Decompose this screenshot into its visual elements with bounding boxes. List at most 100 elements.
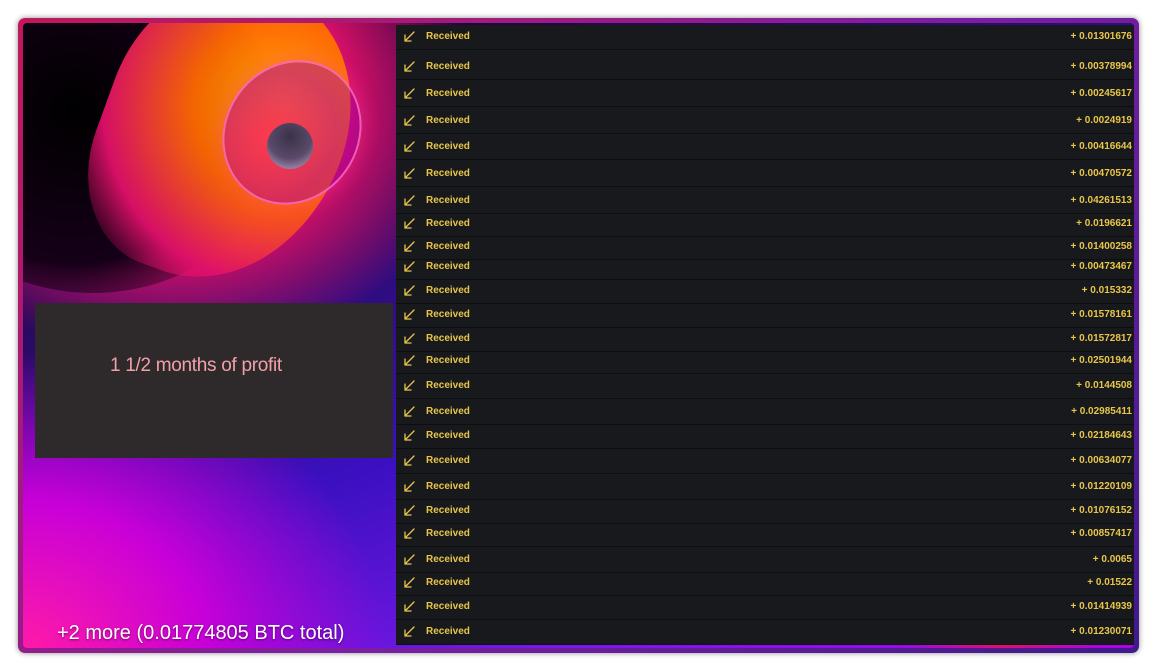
transaction-amount: + 0.01220109 bbox=[1070, 481, 1132, 492]
transaction-amount: + 0.0144508 bbox=[1076, 380, 1132, 391]
transaction-label: Received bbox=[426, 31, 470, 42]
arrow-down-left-icon bbox=[402, 527, 416, 541]
transaction-amount: + 0.01301676 bbox=[1070, 31, 1132, 42]
caption-box: 1 1/2 months of profit bbox=[35, 303, 393, 458]
transaction-label: Received bbox=[426, 481, 470, 492]
transaction-amount: + 0.01414939 bbox=[1070, 601, 1132, 612]
arrow-down-left-icon bbox=[402, 194, 416, 208]
arrow-down-left-icon bbox=[402, 87, 416, 101]
transaction-row[interactable]: Received + 0.02501944 bbox=[396, 351, 1134, 374]
transaction-amount: + 0.01522 bbox=[1087, 577, 1132, 588]
transaction-label: Received bbox=[426, 168, 470, 179]
transaction-amount: + 0.00857417 bbox=[1070, 528, 1132, 539]
arrow-down-left-icon bbox=[402, 504, 416, 518]
screenshot-frame: 1 1/2 months of profit +2 more (0.017748… bbox=[18, 18, 1139, 653]
arrow-down-left-icon bbox=[402, 480, 416, 494]
transaction-amount: + 0.04261513 bbox=[1070, 195, 1132, 206]
transaction-amount: + 0.015332 bbox=[1081, 285, 1132, 296]
transaction-amount: + 0.01400258 bbox=[1070, 241, 1132, 252]
transaction-label: Received bbox=[426, 355, 470, 366]
transaction-row[interactable]: Received + 0.0144508 bbox=[396, 376, 1134, 399]
transaction-row[interactable]: Received + 0.00857417 bbox=[396, 524, 1134, 547]
transaction-row[interactable]: Received + 0.01522 bbox=[396, 573, 1134, 596]
transaction-row[interactable]: Received + 0.00473467 bbox=[396, 257, 1134, 280]
transaction-row[interactable]: Received + 0.00416644 bbox=[396, 137, 1134, 160]
arrow-down-left-icon bbox=[402, 140, 416, 154]
summary-text: +2 more (0.01774805 BTC total) bbox=[57, 622, 345, 644]
transaction-label: Received bbox=[426, 261, 470, 272]
transaction-row[interactable]: Received + 0.01414939 bbox=[396, 597, 1134, 620]
arrow-down-left-icon bbox=[402, 167, 416, 181]
transaction-row[interactable]: Received + 0.00634077 bbox=[396, 451, 1134, 474]
transaction-label: Received bbox=[426, 577, 470, 588]
transaction-label: Received bbox=[426, 115, 470, 126]
abstract-wallpaper: 1 1/2 months of profit +2 more (0.017748… bbox=[23, 23, 1134, 648]
transaction-label: Received bbox=[426, 141, 470, 152]
arrow-down-left-icon bbox=[402, 60, 416, 74]
transaction-label: Received bbox=[426, 218, 470, 229]
transaction-label: Received bbox=[426, 309, 470, 320]
transaction-amount: + 0.01578161 bbox=[1070, 309, 1132, 320]
wallpaper-orb bbox=[267, 123, 313, 169]
transaction-row[interactable]: Received + 0.02184643 bbox=[396, 426, 1134, 449]
transaction-amount: + 0.00473467 bbox=[1070, 261, 1132, 272]
transaction-row[interactable]: Received + 0.01220109 bbox=[396, 477, 1134, 500]
transaction-amount: + 0.00634077 bbox=[1070, 455, 1132, 466]
transaction-label: Received bbox=[426, 195, 470, 206]
arrow-down-left-icon bbox=[402, 600, 416, 614]
arrow-down-left-icon bbox=[402, 576, 416, 590]
arrow-down-left-icon bbox=[402, 260, 416, 274]
transaction-row[interactable]: Received + 0.00378994 bbox=[396, 57, 1134, 80]
transaction-label: Received bbox=[426, 601, 470, 612]
transaction-label: Received bbox=[426, 380, 470, 391]
arrow-down-left-icon bbox=[402, 284, 416, 298]
arrow-down-left-icon bbox=[402, 454, 416, 468]
arrow-down-left-icon bbox=[402, 30, 416, 44]
arrow-down-left-icon bbox=[402, 217, 416, 231]
transaction-label: Received bbox=[426, 455, 470, 466]
arrow-down-left-icon bbox=[402, 114, 416, 128]
transaction-label: Received bbox=[426, 505, 470, 516]
transaction-amount: + 0.01230071 bbox=[1070, 626, 1132, 637]
transaction-amount: + 0.00470572 bbox=[1070, 168, 1132, 179]
transaction-amount: + 0.0024919 bbox=[1076, 115, 1132, 126]
transaction-row[interactable]: Received + 0.01572817 bbox=[396, 329, 1134, 352]
arrow-down-left-icon bbox=[402, 553, 416, 567]
transaction-label: Received bbox=[426, 285, 470, 296]
transaction-row[interactable]: Received + 0.01230071 bbox=[396, 622, 1134, 645]
arrow-down-left-icon bbox=[402, 429, 416, 443]
caption-text: 1 1/2 months of profit bbox=[110, 355, 282, 376]
transaction-row[interactable]: Received + 0.0196621 bbox=[396, 214, 1134, 237]
transaction-row[interactable]: Received + 0.00470572 bbox=[396, 164, 1134, 187]
transaction-label: Received bbox=[426, 333, 470, 344]
transaction-row[interactable]: Received + 0.015332 bbox=[396, 281, 1134, 304]
transaction-amount: + 0.02501944 bbox=[1070, 355, 1132, 366]
transaction-amount: + 0.02985411 bbox=[1071, 406, 1132, 417]
arrow-down-left-icon bbox=[402, 625, 416, 639]
transaction-row[interactable]: Received + 0.02985411 bbox=[396, 402, 1134, 425]
transaction-label: Received bbox=[426, 88, 470, 99]
transaction-list: Received + 0.01301676 Received + 0.00378994… bbox=[396, 25, 1134, 645]
arrow-down-left-icon bbox=[402, 308, 416, 322]
transaction-row[interactable]: Received + 0.01301676 bbox=[396, 27, 1134, 50]
transaction-label: Received bbox=[426, 241, 470, 252]
transaction-row[interactable]: Received + 0.0024919 bbox=[396, 111, 1134, 134]
arrow-down-left-icon bbox=[402, 240, 416, 254]
transaction-row[interactable]: Received + 0.04261513 bbox=[396, 191, 1134, 214]
arrow-down-left-icon bbox=[402, 332, 416, 346]
transaction-row[interactable]: Received + 0.01076152 bbox=[396, 501, 1134, 524]
transaction-label: Received bbox=[426, 430, 470, 441]
arrow-down-left-icon bbox=[402, 405, 416, 419]
transaction-amount: + 0.01572817 bbox=[1070, 333, 1132, 344]
transaction-row[interactable]: Received + 0.0065 bbox=[396, 550, 1134, 573]
transaction-amount: + 0.00378994 bbox=[1070, 61, 1132, 72]
transaction-amount: + 0.02184643 bbox=[1070, 430, 1132, 441]
arrow-down-left-icon bbox=[402, 354, 416, 368]
transaction-row[interactable]: Received + 0.01578161 bbox=[396, 305, 1134, 328]
transaction-amount: + 0.01076152 bbox=[1070, 505, 1132, 516]
transaction-label: Received bbox=[426, 61, 470, 72]
transaction-amount: + 0.0065 bbox=[1092, 554, 1132, 565]
arrow-down-left-icon bbox=[402, 379, 416, 393]
transaction-label: Received bbox=[426, 554, 470, 565]
transaction-row[interactable]: Received + 0.00245617 bbox=[396, 84, 1134, 107]
